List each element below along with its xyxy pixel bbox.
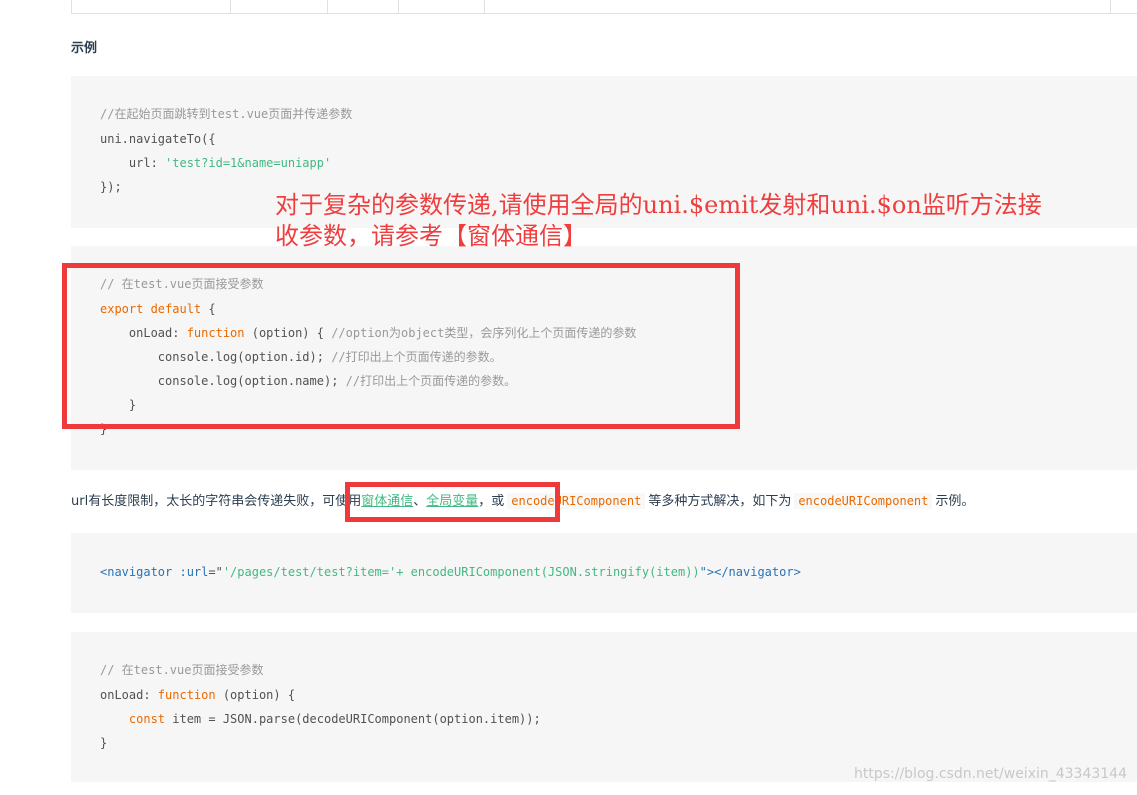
code-line: const item = JSON.parse(decodeURICompone… xyxy=(100,712,541,726)
watermark: https://blog.csdn.net/weixin_43343144 xyxy=(853,766,1127,782)
highlight-box-code xyxy=(62,263,740,429)
code-line: url: 'test?id=1&name=uniapp' xyxy=(100,156,332,170)
table-divider xyxy=(484,0,485,14)
table-divider xyxy=(230,0,231,14)
table-divider xyxy=(1110,0,1111,14)
code-comment: // 在test.vue页面接受参数 xyxy=(100,663,264,677)
table-bottom-edge xyxy=(71,0,1137,14)
table-divider xyxy=(398,0,399,14)
inline-code: encodeURIComponent xyxy=(794,493,933,509)
code-line: uni.navigateTo({ xyxy=(100,132,216,146)
code-line: }); xyxy=(100,180,122,194)
table-divider xyxy=(327,0,328,14)
code-line: <navigator :url="'/pages/test/test?item=… xyxy=(100,565,801,579)
code-block-navigator: <navigator :url="'/pages/test/test?item=… xyxy=(71,533,1137,613)
highlight-box-links xyxy=(345,482,560,522)
red-annotation: 对于复杂的参数传递,请使用全局的uni.$emit发射和uni.$on监听方法接… xyxy=(275,191,1042,250)
code-block-parse: // 在test.vue页面接受参数 onLoad: function (opt… xyxy=(71,632,1137,782)
section-title: 示例 xyxy=(71,41,98,56)
code-comment: //在起始页面跳转到test.vue页面并传递参数 xyxy=(100,107,353,121)
code-line: } xyxy=(100,736,108,750)
code-line: onLoad: function (option) { xyxy=(100,688,296,702)
